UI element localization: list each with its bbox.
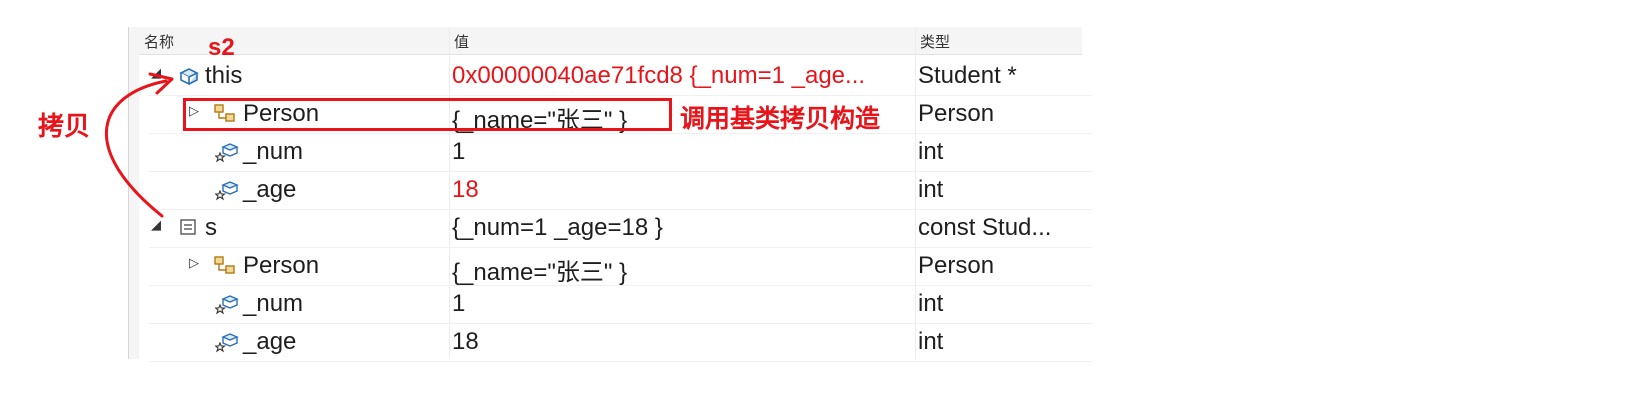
copy-arrow xyxy=(105,72,174,218)
